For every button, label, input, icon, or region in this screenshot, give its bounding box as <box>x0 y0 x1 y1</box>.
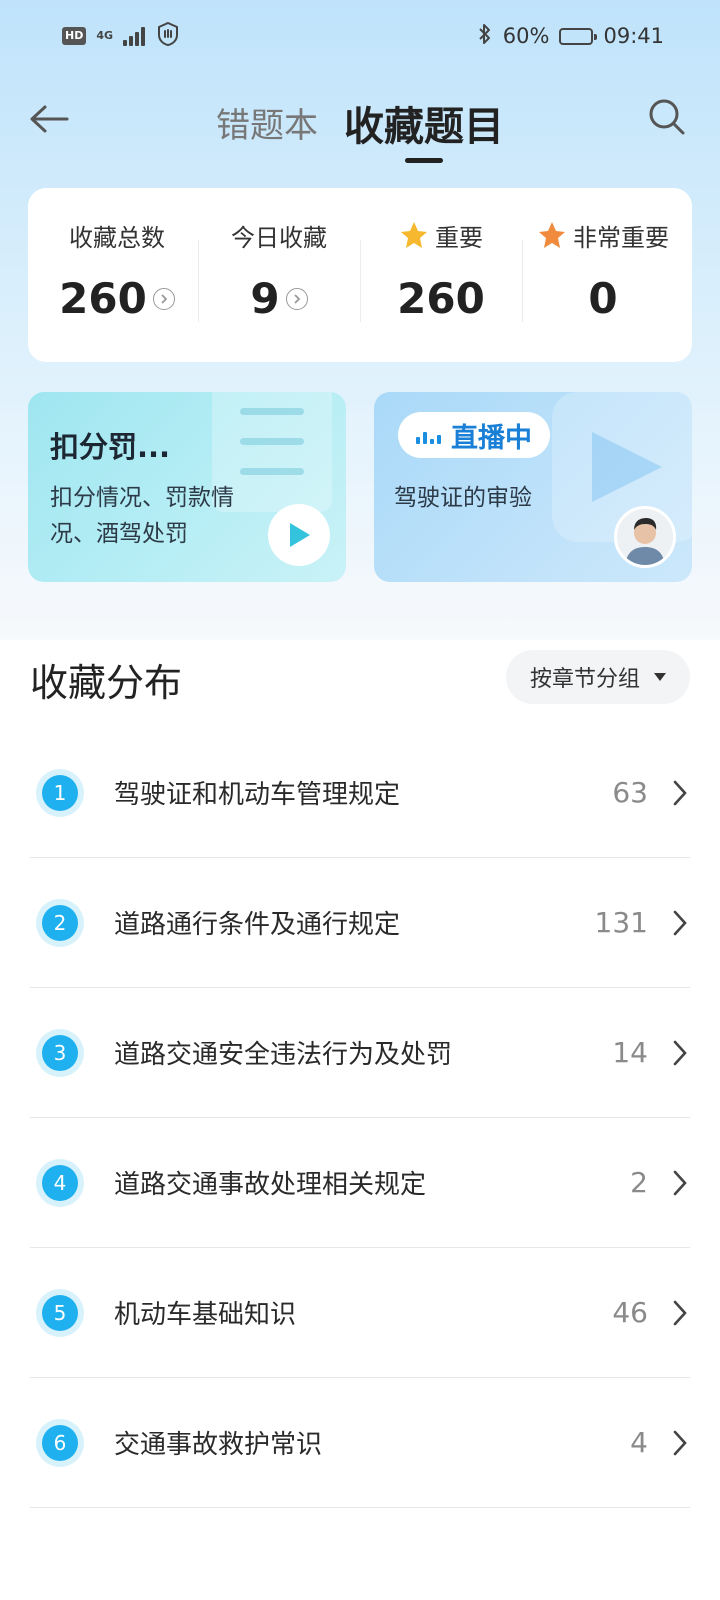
stat-value-row: 260 <box>397 274 485 324</box>
chapter-count: 14 <box>612 1036 648 1069</box>
chevron-right-icon <box>152 288 175 310</box>
promo-title: 扣分罚... <box>50 430 171 464</box>
battery-percent: 60% <box>502 24 550 48</box>
chevron-right-icon <box>670 1169 690 1197</box>
search-button[interactable] <box>644 94 690 140</box>
stat-value-row: 260 <box>59 274 175 324</box>
stat-value-row: 0 <box>588 274 617 324</box>
search-icon <box>649 99 685 135</box>
stat-very-important[interactable]: 非常重要 0 <box>522 188 684 362</box>
star-gold-icon <box>401 222 427 248</box>
tab-indicator <box>405 158 443 163</box>
stat-total-favorites[interactable]: 收藏总数 260 <box>36 188 198 362</box>
chevron-right-icon <box>670 1039 690 1067</box>
number-badge-text: 1 <box>42 774 78 811</box>
status-left: HD 4G <box>62 21 181 52</box>
stat-today-favorites[interactable]: 今日收藏 9 <box>198 188 360 362</box>
status-right: 60% 09:41 <box>477 22 664 51</box>
chapter-count: 63 <box>612 776 648 809</box>
stat-value-row: 9 <box>250 274 308 324</box>
group-by-label: 按章节分组 <box>529 667 640 692</box>
chapter-count: 4 <box>630 1426 648 1459</box>
chapter-label: 道路交通安全违法行为及处罚 <box>114 1040 453 1070</box>
chapter-label: 道路通行条件及通行规定 <box>114 910 401 940</box>
stat-label: 非常重要 <box>573 223 669 252</box>
number-badge: 6 <box>36 1418 84 1467</box>
list-item[interactable]: 5 机动车基础知识 46 <box>30 1248 690 1378</box>
live-badge: 直播中 <box>398 412 550 458</box>
chevron-right-icon <box>670 1429 690 1457</box>
live-bars-icon <box>416 426 441 444</box>
list-item[interactable]: 3 道路交通安全违法行为及处罚 14 <box>30 988 690 1118</box>
stat-label: 重要 <box>435 223 483 252</box>
chevron-right-icon <box>670 1299 690 1327</box>
stat-value: 0 <box>588 274 618 323</box>
chevron-right-icon <box>285 288 308 310</box>
list-item[interactable]: 4 道路交通事故处理相关规定 2 <box>30 1118 690 1248</box>
stat-label-row: 非常重要 <box>537 218 669 252</box>
hd-badge: HD <box>62 27 87 45</box>
number-badge: 2 <box>36 898 84 947</box>
number-badge-text: 2 <box>42 904 78 941</box>
number-badge-text: 4 <box>42 1164 78 1201</box>
promo-card-live[interactable]: 直播中 驾驶证的审验 <box>374 392 692 582</box>
bluetooth-icon <box>477 22 493 51</box>
tab-bar: 错题本 收藏题目 <box>0 80 720 170</box>
tab-favorites[interactable]: 收藏题目 <box>344 80 504 170</box>
stat-important[interactable]: 重要 260 <box>360 188 522 362</box>
battery-icon <box>559 27 598 45</box>
chapter-label: 机动车基础知识 <box>114 1300 297 1330</box>
chapter-count: 2 <box>630 1166 648 1199</box>
number-badge-text: 6 <box>42 1424 78 1461</box>
chapter-label: 道路交通事故处理相关规定 <box>114 1170 427 1200</box>
chapter-list: 1 驾驶证和机动车管理规定 63 2 道路通行条件及通行规定 131 3 道路交… <box>0 728 720 1508</box>
list-item[interactable]: 2 道路通行条件及通行规定 131 <box>30 858 690 988</box>
number-badge: 3 <box>36 1028 84 1077</box>
stat-label-row: 重要 <box>399 218 483 252</box>
live-badge-text: 直播中 <box>451 422 532 454</box>
stat-value: 9 <box>250 274 280 323</box>
list-item[interactable]: 6 交通事故救护常识 4 <box>30 1378 690 1508</box>
promo-desc: 驾驶证的审验 <box>394 485 532 511</box>
stat-value: 260 <box>397 274 485 323</box>
clock: 09:41 <box>603 24 664 48</box>
group-by-button[interactable]: 按章节分组 <box>505 650 690 704</box>
avatar <box>614 506 676 568</box>
chevron-right-icon <box>670 909 690 937</box>
network-type: 4G <box>96 29 114 42</box>
chevron-right-icon <box>670 779 690 807</box>
hand-shield-icon <box>155 21 181 52</box>
nav-header: 错题本 收藏题目 <box>0 80 720 170</box>
tab-label: 错题本 <box>216 106 318 146</box>
number-badge-text: 3 <box>42 1034 78 1071</box>
number-badge: 4 <box>36 1158 84 1207</box>
chapter-label: 交通事故救护常识 <box>114 1430 323 1460</box>
number-badge: 1 <box>36 768 84 817</box>
stats-card: 收藏总数 260 今日收藏 9 重要 260 非常重要 0 <box>28 188 692 362</box>
promo-desc: 扣分情况、罚款情况、酒驾处罚 <box>50 485 234 547</box>
chapter-label: 驾驶证和机动车管理规定 <box>114 780 401 810</box>
stat-value: 260 <box>59 274 147 323</box>
section-title: 收藏分布 <box>30 661 183 705</box>
caret-down-icon <box>654 673 666 681</box>
number-badge: 5 <box>36 1288 84 1337</box>
tab-wrong-questions[interactable]: 错题本 <box>216 80 318 170</box>
star-orange-icon <box>539 222 565 248</box>
number-badge-text: 5 <box>42 1294 78 1331</box>
list-item[interactable]: 1 驾驶证和机动车管理规定 63 <box>30 728 690 858</box>
promo-card-penalties[interactable]: 扣分罚... 扣分情况、罚款情况、酒驾处罚 <box>28 392 346 582</box>
tab-label: 收藏题目 <box>344 104 504 150</box>
play-icon <box>290 523 310 547</box>
signal-icon <box>123 26 146 46</box>
play-button[interactable] <box>268 504 330 566</box>
stat-label: 收藏总数 <box>69 223 165 252</box>
chapter-count: 131 <box>594 906 648 939</box>
chapter-count: 46 <box>612 1296 648 1329</box>
status-bar: HD 4G 60% 09:41 <box>0 0 720 72</box>
stat-label: 今日收藏 <box>231 223 327 252</box>
